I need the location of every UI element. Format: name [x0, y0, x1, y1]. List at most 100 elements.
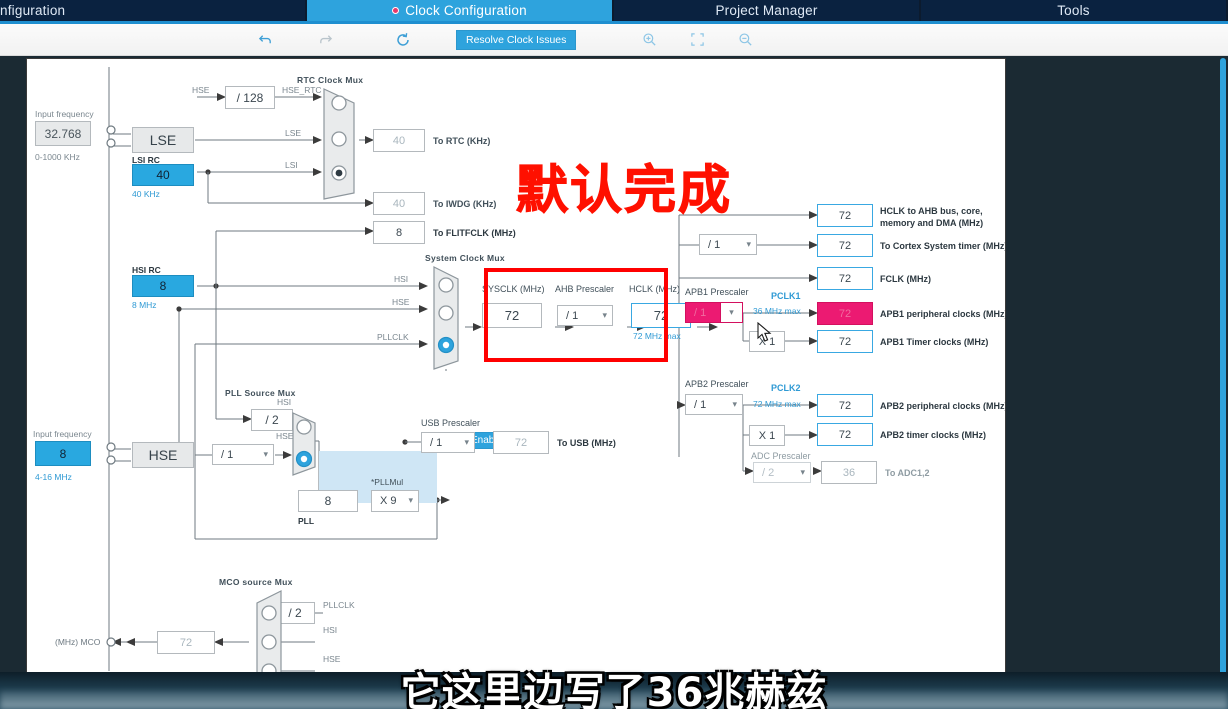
hse-rtc-label: HSE_RTC — [282, 85, 322, 95]
zoom-in-icon[interactable] — [632, 27, 666, 53]
mco-pllclk-divider-value: / 2 — [288, 606, 302, 620]
pll-input-field[interactable]: 8 — [298, 490, 358, 512]
resolve-clock-issues-button[interactable]: Resolve Clock Issues — [456, 29, 577, 50]
hsi-value-field[interactable]: 8 — [132, 275, 194, 297]
tab-label: Project Manager — [715, 3, 818, 18]
apb2-timer-output-field[interactable]: 72 — [817, 423, 873, 446]
apb1-peripheral-output-label: APB1 peripheral clocks (MHz) — [880, 309, 1006, 319]
to-flitfclk-label: To FLITFCLK (MHz) — [433, 228, 516, 238]
apb1-timer-output-field[interactable]: 72 — [817, 330, 873, 353]
tab-project-manager[interactable]: Project Manager — [614, 0, 921, 21]
pll-hsi-divider-value: / 2 — [265, 413, 279, 427]
to-iwdg-field: 40 — [373, 192, 425, 215]
undo-icon[interactable] — [248, 27, 282, 53]
lsi-value-field[interactable]: 40 — [132, 164, 194, 186]
red-annotation-text: 默认完成 — [515, 161, 733, 222]
apb1-prescaler-select[interactable]: / 1 ▾ — [685, 302, 743, 323]
pll-input-value: 8 — [324, 494, 332, 508]
lse-input-frequency-value: 32.768 — [44, 126, 82, 141]
hse-oscillator-block[interactable]: HSE — [132, 442, 194, 468]
pll-source-mux[interactable] — [289, 409, 323, 479]
chevron-down-icon: ▾ — [732, 398, 737, 409]
apb1-peripheral-output-field[interactable]: 72 — [817, 302, 873, 325]
lse-pads — [106, 125, 116, 148]
fit-to-screen-icon[interactable] — [680, 27, 714, 53]
sysclk-pllclk-label: PLLCLK — [377, 332, 409, 342]
apb2-timer-multiplier-value: X 1 — [758, 429, 776, 442]
fclk-output-label: FCLK (MHz) — [880, 274, 931, 284]
fclk-output-field[interactable]: 72 — [817, 267, 873, 290]
modified-dot-icon — [392, 7, 400, 14]
tab-label: Tools — [1057, 3, 1090, 18]
cortex-timer-output-label: To Cortex System timer (MHz) — [880, 241, 1006, 251]
apb1-max-label: 36 MHz max — [753, 306, 801, 316]
usb-output-field: 72 — [493, 431, 549, 454]
mco-hsi-label: HSI — [323, 625, 338, 635]
to-rtc-label: To RTC (KHz) — [433, 136, 491, 146]
cortex-timer-prescaler-value: / 1 — [708, 238, 721, 251]
hse-divider-select[interactable]: / 1 ▾ — [212, 444, 274, 465]
refresh-icon[interactable] — [386, 27, 420, 53]
to-flitfclk-field: 8 — [373, 221, 425, 244]
cortex-timer-output-value: 72 — [838, 239, 852, 252]
mco-pllclk-label: PLLCLK — [323, 600, 355, 610]
mco-mux-title: MCO source Mux — [219, 577, 293, 587]
apb2-timer-multiplier: X 1 — [749, 425, 785, 446]
main-tab-bar: nfiguration Clock Configuration Project … — [0, 0, 1228, 21]
lse-label: LSE — [149, 132, 177, 148]
lse-input-frequency-field[interactable]: 32.768 — [35, 121, 91, 146]
chevron-down-icon: ▾ — [720, 303, 742, 322]
redo-icon — [308, 27, 342, 53]
usb-prescaler-select[interactable]: / 1 ▾ — [421, 432, 475, 453]
tab-pinout-configuration[interactable]: nfiguration — [0, 0, 307, 21]
pll-mul-value: X 9 — [380, 495, 397, 507]
lsi-value: 40 — [156, 168, 170, 182]
lse-oscillator-block[interactable]: LSE — [132, 127, 194, 153]
lsi-unit: 40 KHz — [132, 189, 160, 199]
hclk-ahb-output-field[interactable]: 72 — [817, 204, 873, 227]
apb2-peripheral-output-field[interactable]: 72 — [817, 394, 873, 417]
apb2-peripheral-output-label: APB2 peripheral clocks (MHz) — [880, 401, 1006, 411]
to-rtc-value: 40 — [392, 134, 406, 147]
resolve-clock-issues-label: Resolve Clock Issues — [466, 33, 567, 46]
system-clock-mux[interactable] — [426, 261, 470, 371]
mco-label: (MHz) MCO — [55, 637, 101, 647]
hse-input-frequency-field[interactable]: 8 — [35, 441, 91, 466]
cortex-timer-prescaler-select[interactable]: / 1 ▾ — [699, 234, 757, 255]
pll-mul-label: *PLLMul — [371, 477, 404, 487]
apb2-prescaler-select[interactable]: / 1 ▾ — [685, 394, 743, 415]
apb2-peripheral-output-value: 72 — [838, 399, 852, 412]
zoom-out-icon[interactable] — [728, 27, 762, 53]
adc-output-label: To ADC1,2 — [885, 468, 930, 478]
lse-range-label: 0-1000 KHz — [35, 152, 80, 162]
hse-label: HSE — [148, 447, 178, 463]
to-iwdg-label: To IWDG (KHz) — [433, 199, 497, 209]
hse-input-frequency-label: Input frequency — [33, 429, 92, 439]
hse-pads — [106, 442, 116, 465]
tab-clock-configuration[interactable]: Clock Configuration — [307, 0, 614, 21]
cortex-timer-output-field[interactable]: 72 — [817, 234, 873, 257]
mco-output-value: 72 — [179, 636, 193, 649]
rtc-hse-label: HSE — [192, 85, 210, 95]
pll-mul-select[interactable]: X 9 ▾ — [371, 490, 419, 512]
apb1-timer-output-value: 72 — [838, 335, 852, 348]
usb-output-label: To USB (MHz) — [557, 438, 616, 448]
tab-tools[interactable]: Tools — [921, 0, 1228, 21]
clock-toolbar: Resolve Clock Issues — [0, 24, 1228, 56]
rtc-clock-mux[interactable] — [320, 81, 362, 201]
adc-prescaler-select[interactable]: / 2 ▾ — [753, 462, 811, 483]
adc-prescaler-label: ADC Prescaler — [751, 451, 811, 461]
to-rtc-field: 40 — [373, 129, 425, 152]
adc-output-field: 36 — [821, 461, 877, 484]
mco-pad — [106, 637, 116, 647]
vertical-scrollbar[interactable] — [1220, 58, 1226, 678]
fclk-output-value: 72 — [838, 272, 852, 285]
apb2-timer-output-label: APB2 timer clocks (MHz) — [880, 430, 987, 440]
red-highlight-box — [484, 268, 668, 362]
rtc-lsi-label: LSI — [285, 160, 298, 170]
application-window: nfiguration Clock Configuration Project … — [0, 0, 1228, 709]
chevron-down-icon: ▾ — [263, 448, 268, 459]
sysclk-hsi-label: HSI — [394, 274, 409, 284]
apb1-timer-output-label: APB1 Timer clocks (MHz) — [880, 337, 989, 347]
apb1-peripheral-output-value: 72 — [838, 307, 852, 320]
